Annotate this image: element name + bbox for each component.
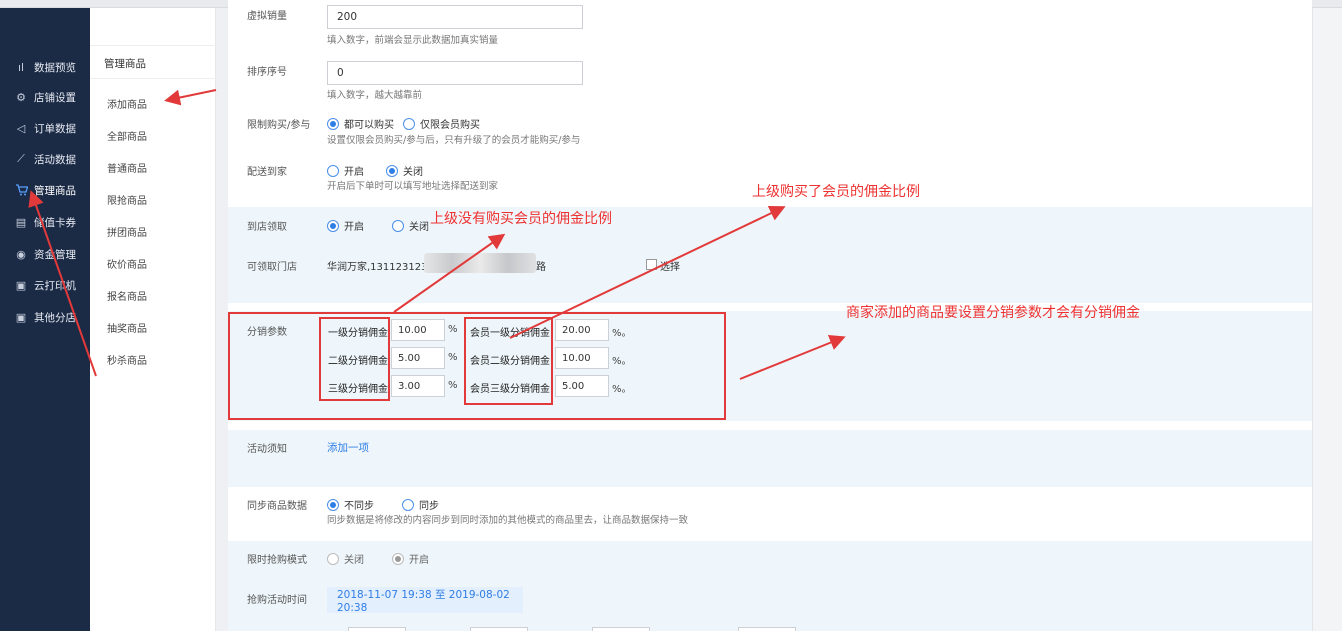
arrow-to-manage-goods xyxy=(28,190,97,377)
annotation-arrows xyxy=(28,89,846,380)
arrow-to-add-goods xyxy=(164,89,217,106)
arrow-merchant-note xyxy=(739,335,846,380)
arrow-member-rate xyxy=(509,205,786,339)
arrow-non-member-rate xyxy=(393,233,506,313)
